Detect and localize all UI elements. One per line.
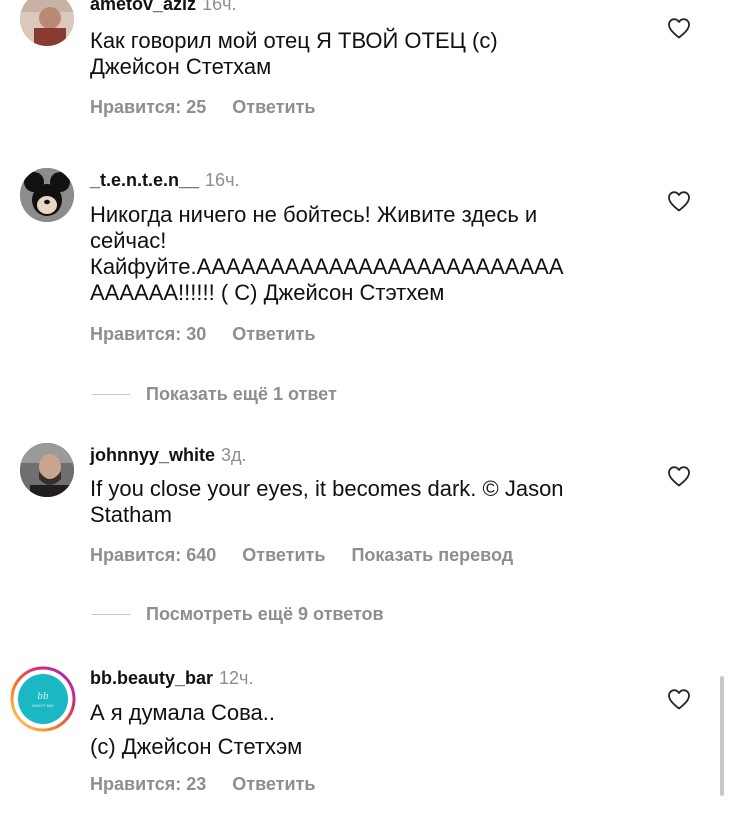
heart-icon [668,689,690,710]
likes-count[interactable]: Нравится: 23 [90,774,206,794]
comment-actions: Нравится: 23 Ответить [90,774,341,795]
comment-actions: Нравится: 30 Ответить [90,324,341,345]
username[interactable]: bb.beauty_bar [90,668,213,688]
comment-header: bb.beauty_bar 12ч. [90,668,253,689]
comment-line: Как говорил мой отец Я ТВОЙ ОТЕЦ (с) [90,28,498,53]
avatar[interactable]: bb BEAUTY BAR [10,666,76,732]
svg-text:BEAUTY BAR: BEAUTY BAR [32,704,54,708]
view-more-replies-button[interactable]: Посмотреть ещё 9 ответов [92,604,384,628]
like-button[interactable] [667,17,691,39]
comment-text: А я думала Сова.. (с) Джейсон Стетхэм [90,700,650,760]
beauty-bar-logo-icon: bb BEAUTY BAR [10,666,76,732]
likes-count[interactable]: Нравится: 25 [90,97,206,117]
comment-line: Никогда ничего не бойтесь! Живите здесь … [90,202,538,227]
username[interactable]: ametov_aziz [90,0,196,14]
reply-button[interactable]: Ответить [232,324,315,344]
reply-button[interactable]: Ответить [242,545,325,565]
comment-header: _t.e.n.t.e.n__ 16ч. [90,170,239,191]
timestamp: 16ч. [202,0,237,14]
username[interactable]: johnnyy_white [90,445,215,465]
timestamp: 3д. [221,445,247,465]
comment-line: Джейсон Стетхам [90,54,272,79]
mickey-mouse-avatar-icon [20,168,74,222]
comment-line: (с) Джейсон Стетхэм [90,734,303,759]
comment-line: А я думала Сова.. [90,700,275,725]
timestamp: 12ч. [219,668,254,688]
profile-photo-icon [20,0,74,46]
svg-text:bb: bb [37,692,49,702]
username[interactable]: _t.e.n.t.e.n__ [90,170,199,190]
view-more-replies-label: Показать ещё 1 ответ [146,384,337,404]
avatar[interactable] [20,168,74,222]
translate-button[interactable]: Показать перевод [351,545,513,565]
avatar[interactable] [20,443,74,497]
comment-header: ametov_aziz 16ч. [90,0,236,15]
view-more-replies-label: Посмотреть ещё 9 ответов [146,604,384,624]
like-button[interactable] [667,688,691,710]
replies-divider [92,614,130,615]
comment-line: Statham [90,502,172,527]
comment-actions: Нравится: 640 Ответить Показать перевод [90,545,539,566]
comment-text: Как говорил мой отец Я ТВОЙ ОТЕЦ (с) Дже… [90,28,650,80]
timestamp: 16ч. [205,170,240,190]
reply-button[interactable]: Ответить [232,774,315,794]
comment-line: АААААА!!!!!! ( С) Джейсон Стэтхем [90,280,445,305]
heart-icon [668,191,690,212]
heart-icon [668,466,690,487]
comment-header: johnnyy_white 3д. [90,445,247,466]
view-more-replies-button[interactable]: Показать ещё 1 ответ [92,384,337,408]
heart-icon [668,18,690,39]
bearded-man-photo-icon [20,443,74,497]
comment-line: сейчас! [90,228,167,253]
comment-text: Никогда ничего не бойтесь! Живите здесь … [90,202,650,306]
reply-button[interactable]: Ответить [232,97,315,117]
like-button[interactable] [667,190,691,212]
likes-count[interactable]: Нравится: 640 [90,545,216,565]
comment-line: Кайфуйте.ААААААААААААААААААААААААА [90,254,564,279]
comment-actions: Нравится: 25 Ответить [90,97,341,118]
likes-count[interactable]: Нравится: 30 [90,324,206,344]
replies-divider [92,394,130,395]
comment-line: If you close your eyes, it becomes dark.… [90,476,564,501]
avatar[interactable] [20,0,74,46]
like-button[interactable] [667,465,691,487]
comment-text: If you close your eyes, it becomes dark.… [90,476,650,528]
scrollbar[interactable] [720,676,724,796]
